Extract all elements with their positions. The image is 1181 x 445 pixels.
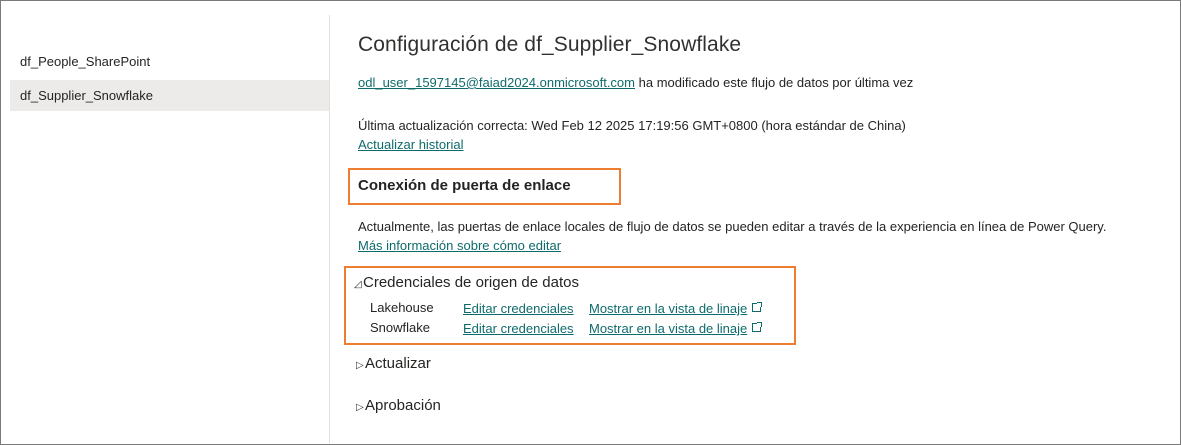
settings-panel: Configuración de df_Supplier_Snowflake o…: [354, 0, 1181, 445]
sidebar: df_People_SharePoint df_Supplier_Snowfla…: [0, 15, 330, 443]
approval-heading: Aprobación: [365, 397, 441, 414]
modified-text: ha modificado este flujo de datos por úl…: [638, 75, 914, 90]
more-info-link[interactable]: Más información sobre cómo editar: [358, 238, 561, 253]
triangle-collapsed-icon: ▷: [356, 360, 364, 371]
approval-expander[interactable]: ▷Aprobación: [356, 397, 441, 414]
page-title: Configuración de df_Supplier_Snowflake: [358, 33, 742, 56]
sidebar-item-label: df_People_SharePoint: [20, 54, 151, 69]
last-refresh-text: Última actualización correcta: Wed Feb 1…: [358, 118, 906, 133]
refresh-history-link[interactable]: Actualizar historial: [358, 137, 464, 152]
gateway-description: Actualmente, las puertas de enlace local…: [358, 219, 1107, 234]
sidebar-item-label: df_Supplier_Snowflake: [20, 88, 153, 103]
last-modified-line: odl_user_1597145@faiad2024.onmicrosoft.c…: [358, 75, 913, 90]
sidebar-item-df-people-sharepoint[interactable]: df_People_SharePoint: [10, 46, 329, 77]
refresh-heading: Actualizar: [365, 355, 431, 372]
gateway-highlight-box: [348, 168, 621, 205]
refresh-expander[interactable]: ▷Actualizar: [356, 355, 431, 372]
sidebar-item-df-supplier-snowflake[interactable]: df_Supplier_Snowflake: [10, 80, 329, 111]
credentials-highlight-box: [344, 266, 796, 345]
modified-user-link[interactable]: odl_user_1597145@faiad2024.onmicrosoft.c…: [358, 75, 635, 90]
triangle-collapsed-icon: ▷: [356, 402, 364, 413]
